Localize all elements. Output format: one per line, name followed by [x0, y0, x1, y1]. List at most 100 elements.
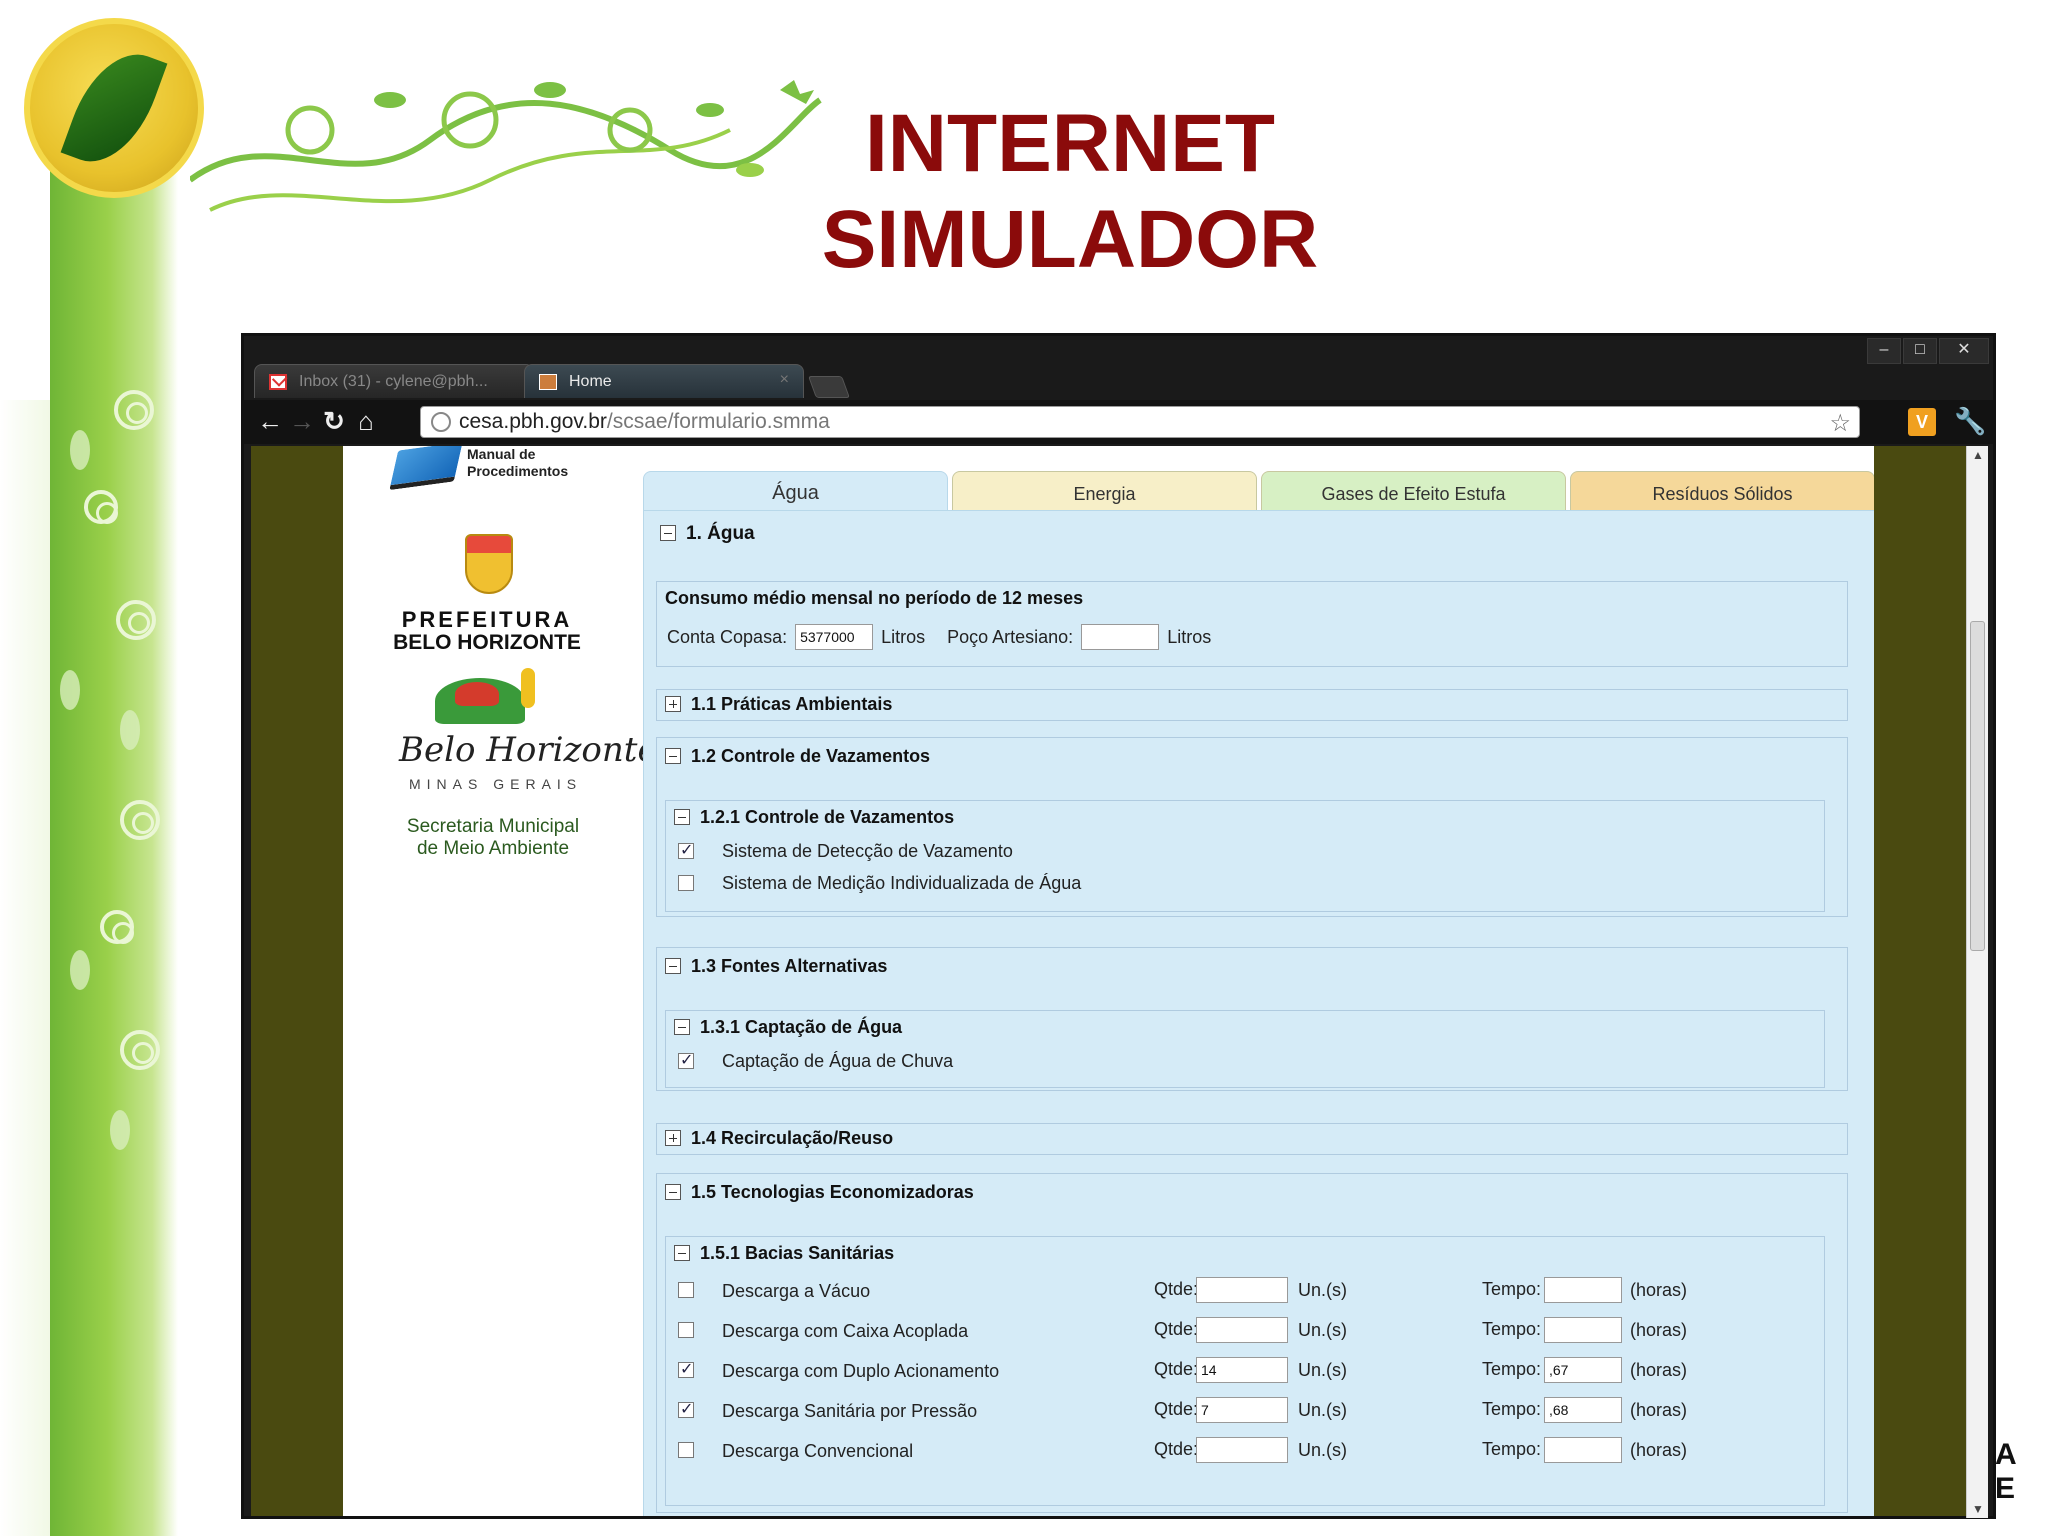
qtde-label: Qtde:	[1154, 1399, 1199, 1419]
section-1-2-1-header[interactable]: 1.2.1 Controle de Vazamentos	[674, 807, 954, 828]
maximize-icon[interactable]: □	[1903, 338, 1937, 364]
home-icon[interactable]: ⌂	[350, 406, 382, 438]
manual-book-icon	[389, 446, 463, 491]
tab-gases[interactable]: Gases de Efeito Estufa	[1261, 471, 1566, 511]
tab-agua[interactable]: Água	[643, 471, 948, 511]
minimize-icon[interactable]: –	[1867, 338, 1901, 364]
certification-seal-logo	[24, 18, 204, 198]
section-1-1-header[interactable]: 1.1 Práticas Ambientais	[665, 694, 892, 715]
qtde-input[interactable]	[1196, 1397, 1288, 1423]
close-window-icon[interactable]: ✕	[1939, 338, 1989, 364]
tempo-label: Tempo:	[1482, 1279, 1542, 1299]
section-1-5-header[interactable]: 1.5 Tecnologias Economizadoras	[665, 1182, 974, 1203]
section-1-2-1-title: 1.2.1 Controle de Vazamentos	[700, 807, 955, 827]
scrollbar-thumb[interactable]	[1970, 621, 1985, 951]
vertical-scrollbar[interactable]: ▲ ▼	[1966, 446, 1988, 1518]
manual-label: Manual de Procedimentos	[467, 446, 569, 479]
bacia-label: Descarga com Caixa Acoplada	[722, 1321, 969, 1341]
collapse-icon[interactable]	[674, 809, 690, 825]
checkbox-unchecked[interactable]	[678, 875, 694, 891]
checkbox-checked[interactable]	[678, 1050, 694, 1069]
qtde-label: Qtde:	[1154, 1359, 1199, 1379]
section-1-5-1-header[interactable]: 1.5.1 Bacias Sanitárias	[674, 1243, 894, 1264]
checkbox-unchecked[interactable]	[678, 1282, 694, 1298]
scroll-down-icon[interactable]: ▼	[1967, 1502, 1989, 1516]
copasa-input[interactable]	[795, 624, 874, 650]
browser-tab-home[interactable]: Home ×	[524, 364, 804, 398]
scroll-up-icon[interactable]: ▲	[1967, 448, 1989, 462]
url-host: cesa.pbh.gov.br	[459, 410, 607, 433]
section-1-3-1-title: 1.3.1 Captação de Água	[700, 1017, 903, 1037]
section-1-3-header[interactable]: 1.3 Fontes Alternativas	[665, 956, 887, 977]
collapse-icon[interactable]	[665, 958, 681, 974]
vine-decoration	[190, 80, 822, 212]
poco-unit: Litros	[1167, 626, 1212, 647]
belo-horizonte-script: Belo Horizonte	[399, 730, 658, 770]
horas-label: (horas)	[1630, 1320, 1688, 1340]
section-1-2-header[interactable]: 1.2 Controle de Vazamentos	[665, 746, 930, 767]
collapse-icon[interactable]	[674, 1245, 690, 1261]
checkbox-checked[interactable]	[678, 840, 694, 859]
tempo-input[interactable]	[1544, 1357, 1622, 1383]
expand-icon[interactable]	[665, 1130, 681, 1146]
checkbox-unchecked[interactable]	[678, 1322, 694, 1338]
checkbox-unchecked[interactable]	[678, 1442, 694, 1458]
qtde-input[interactable]	[1196, 1357, 1288, 1383]
unit-label: Un.(s)	[1298, 1280, 1347, 1300]
copasa-unit: Litros	[881, 626, 926, 647]
collapse-icon[interactable]	[665, 1184, 681, 1200]
section-1-5-title: 1.5 Tecnologias Economizadoras	[691, 1182, 974, 1202]
reload-icon[interactable]: ↻	[318, 406, 350, 438]
section-agua-header[interactable]: 1. Água	[660, 523, 755, 545]
extension-icon[interactable]: V	[1908, 408, 1936, 436]
browser-toolbar: ← → ↻ ⌂ cesa.pbh.gov.br/scsae/formulario…	[244, 400, 1993, 444]
qtde-input[interactable]	[1196, 1277, 1288, 1303]
tempo-input[interactable]	[1544, 1277, 1622, 1303]
tab-energia[interactable]: Energia	[952, 471, 1257, 511]
tempo-label: Tempo:	[1482, 1399, 1542, 1419]
section-agua-title: 1. Água	[686, 523, 755, 544]
new-tab-button[interactable]	[807, 376, 851, 398]
option-label: Sistema de Medição Individualizada de Ág…	[722, 873, 1082, 893]
tab-close-icon[interactable]: ×	[780, 371, 789, 389]
wrench-icon[interactable]: 🔧	[1954, 406, 1986, 437]
tab-label: Home	[569, 373, 612, 390]
tempo-input[interactable]	[1544, 1317, 1622, 1343]
bacia-row-duplo-acionamento: Descarga com Duplo Acionamento Qtde: Un.…	[678, 1357, 1838, 1387]
address-bar[interactable]: cesa.pbh.gov.br/scsae/formulario.smma ☆	[420, 406, 1860, 438]
qtde-input[interactable]	[1196, 1317, 1288, 1343]
left-decoration-band	[50, 150, 178, 1536]
browser-tab-inbox[interactable]: Inbox (31) - cylene@pbh...	[254, 364, 534, 398]
bacia-row-convencional: Descarga Convencional Qtde: Un.(s) Tempo…	[678, 1437, 1838, 1467]
section-1-5-1-title: 1.5.1 Bacias Sanitárias	[700, 1243, 895, 1263]
unit-label: Un.(s)	[1298, 1440, 1347, 1460]
qtde-input[interactable]	[1196, 1437, 1288, 1463]
expand-icon[interactable]	[665, 696, 681, 712]
secretaria-line-2: de Meio Ambiente	[416, 838, 570, 859]
secretaria-line-1: Secretaria Municipal	[406, 816, 580, 837]
gmail-icon	[269, 374, 287, 390]
section-1-3-title: 1.3 Fontes Alternativas	[691, 956, 888, 976]
unit-label: Un.(s)	[1298, 1320, 1347, 1340]
tempo-input[interactable]	[1544, 1397, 1622, 1423]
collapse-icon[interactable]	[674, 1019, 690, 1035]
bookmark-star-icon[interactable]: ☆	[1829, 409, 1851, 438]
back-arrow-icon[interactable]: ←	[254, 406, 286, 438]
checkbox-checked[interactable]	[678, 1399, 694, 1418]
section-1-4-header[interactable]: 1.4 Recirculação/Reuso	[665, 1128, 893, 1149]
belo-horizonte-logo	[435, 668, 545, 728]
section-1-3-1-header[interactable]: 1.3.1 Captação de Água	[674, 1017, 902, 1038]
collapse-icon[interactable]	[660, 525, 676, 541]
poco-input[interactable]	[1081, 624, 1160, 650]
manual-procedimentos-link[interactable]: Manual de Procedimentos	[389, 446, 595, 492]
prefeitura-logo-text: PREFEITURA BELO HORIZONTE	[387, 608, 587, 654]
tempo-label: Tempo:	[1482, 1359, 1542, 1379]
checkbox-checked[interactable]	[678, 1359, 694, 1378]
forward-arrow-icon[interactable]: →	[286, 406, 318, 438]
tempo-input[interactable]	[1544, 1437, 1622, 1463]
section-1-5-box: 1.5 Tecnologias Economizadoras 1.5.1 Bac…	[656, 1173, 1848, 1513]
tab-residuos[interactable]: Resíduos Sólidos	[1570, 471, 1875, 511]
corner-letter-a: A	[1995, 1438, 2017, 1471]
collapse-icon[interactable]	[665, 748, 681, 764]
section-1-2-title: 1.2 Controle de Vazamentos	[691, 746, 931, 766]
